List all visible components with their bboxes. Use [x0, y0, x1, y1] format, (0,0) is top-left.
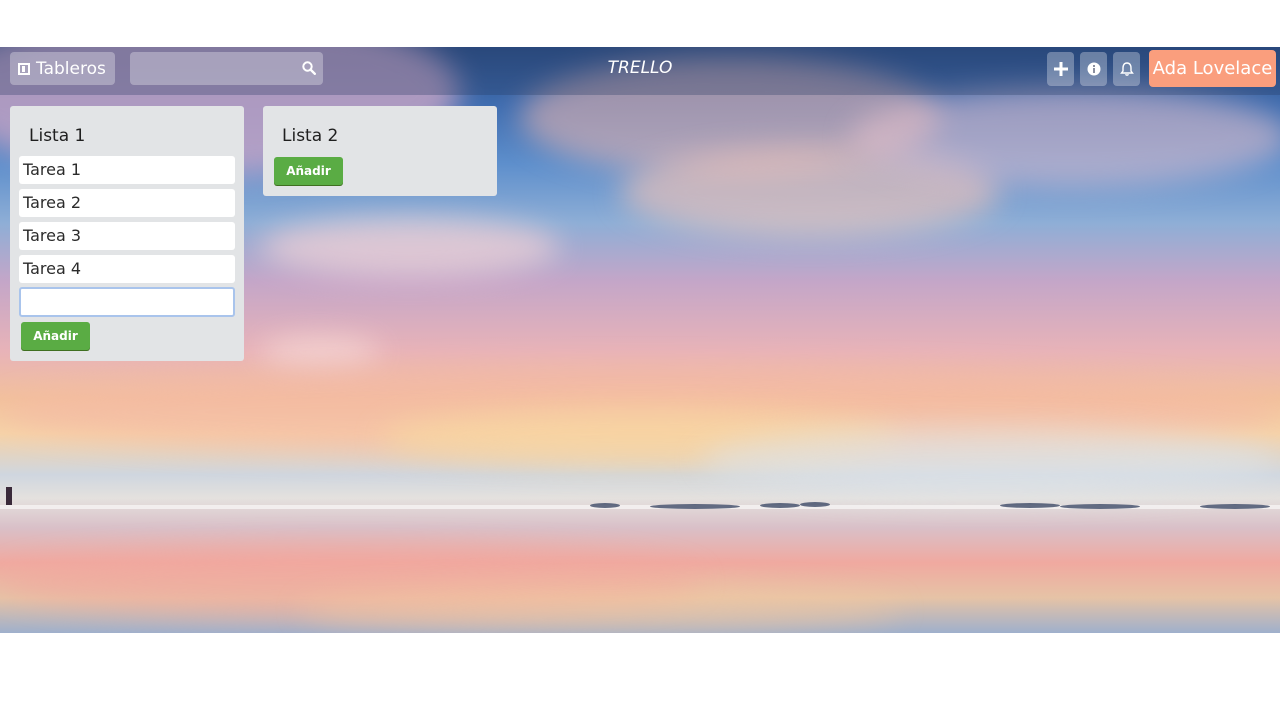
- board-icon: [18, 62, 30, 75]
- plus-icon: [1053, 62, 1068, 76]
- task-card[interactable]: Tarea 1: [19, 156, 235, 184]
- person-silhouette: [6, 487, 12, 505]
- list-title: Lista 1: [29, 126, 86, 146]
- search-input[interactable]: [130, 52, 323, 85]
- task-card[interactable]: Tarea 3: [19, 222, 235, 250]
- list-1: Lista 1 Tarea 1 Tarea 2 Tarea 3 Tarea 4 …: [10, 106, 244, 361]
- task-card[interactable]: Tarea 2: [19, 189, 235, 217]
- user-name: Ada Lovelace: [1152, 58, 1273, 79]
- list-title: Lista 2: [282, 126, 339, 146]
- list-2: Lista 2 Añadir: [263, 106, 497, 196]
- notifications-button[interactable]: [1113, 52, 1140, 86]
- info-button[interactable]: [1080, 52, 1107, 86]
- add-task-button[interactable]: Añadir: [21, 322, 90, 350]
- boards-button[interactable]: Tableros: [10, 52, 115, 85]
- search-icon[interactable]: [302, 61, 316, 75]
- bell-icon: [1119, 62, 1134, 76]
- app-brand: TRELLO: [607, 58, 673, 78]
- user-menu-button[interactable]: Ada Lovelace: [1149, 50, 1276, 87]
- boards-button-label: Tableros: [36, 58, 106, 79]
- task-card[interactable]: Tarea 4: [19, 255, 235, 283]
- add-button[interactable]: [1047, 52, 1074, 86]
- add-task-button[interactable]: Añadir: [274, 157, 343, 185]
- info-icon: [1087, 62, 1100, 76]
- new-task-input[interactable]: [19, 287, 235, 317]
